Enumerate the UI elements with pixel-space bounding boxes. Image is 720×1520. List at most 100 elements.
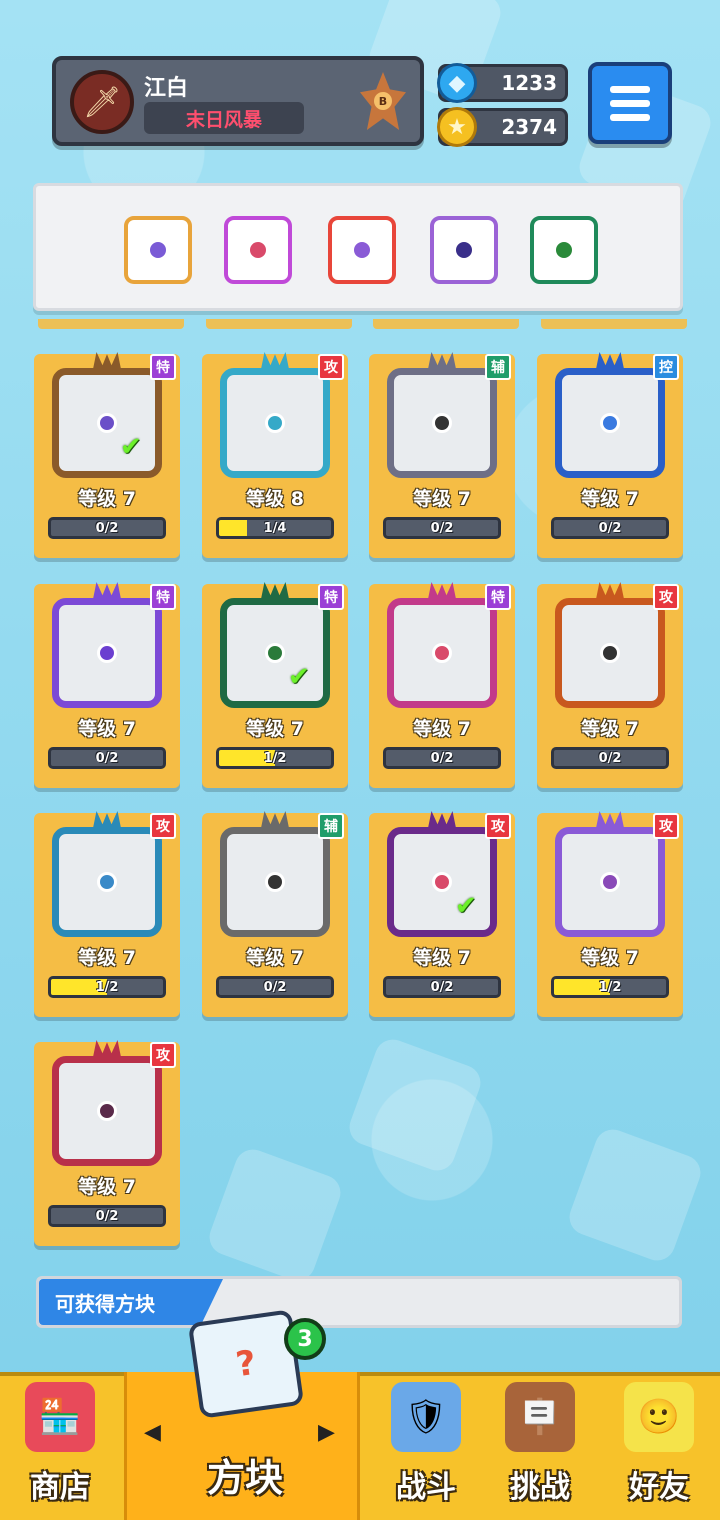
player-title: 末日风暴	[144, 102, 304, 134]
deck-slot[interactable]	[328, 216, 396, 284]
upgrade-progress-text: 0/2	[430, 750, 454, 766]
card-stub	[541, 319, 687, 329]
block-card[interactable]: 特等级 7 0/2	[369, 582, 515, 788]
player-name: 江白	[144, 76, 189, 101]
dragon-crown-icon	[260, 582, 290, 604]
upgrade-progress-text: 0/2	[263, 979, 287, 995]
upgrade-progress-text: 0/2	[95, 520, 119, 536]
deck-slot[interactable]	[430, 216, 498, 284]
dragon-crown-icon	[92, 1040, 122, 1062]
card-stub	[38, 319, 184, 329]
upgrade-progress-text: 0/2	[95, 750, 119, 766]
block-dice-frame	[52, 1056, 162, 1166]
upgrade-progress-bar: 1/2	[551, 976, 669, 998]
nav-challenge[interactable]: 🪧 挑战	[484, 1376, 596, 1520]
dragon-crown-icon	[92, 811, 122, 833]
rank-star-icon[interactable]: B	[360, 72, 406, 130]
block-card[interactable]: 控等级 7 0/2	[537, 352, 683, 558]
dice-pip-icon	[556, 242, 572, 258]
equipped-check-icon: ✔	[288, 662, 310, 692]
prev-arrow-icon[interactable]: ◀	[144, 1420, 161, 1445]
deck-slot[interactable]	[124, 216, 192, 284]
dice-pip-icon	[265, 413, 285, 433]
dice-pip-icon	[97, 872, 117, 892]
nav-battle[interactable]: 🛡 战斗	[370, 1376, 482, 1520]
nav-friends-label: 好友	[629, 1470, 689, 1505]
dragon-crown-icon	[427, 352, 457, 374]
block-card[interactable]: 攻等级 7 0/2	[34, 1040, 180, 1246]
dice-pip-icon	[265, 872, 285, 892]
blocks-notification-badge: 3	[284, 1318, 326, 1360]
upgrade-progress-bar: 0/2	[48, 747, 166, 769]
shield-sword-icon: 🛡	[391, 1382, 461, 1452]
dice-pip-icon	[600, 872, 620, 892]
block-type-tag: 特	[150, 354, 176, 380]
menu-button[interactable]	[588, 62, 672, 144]
obtainable-blocks-section: 可获得方块	[36, 1276, 682, 1328]
dice-pip-icon	[97, 643, 117, 663]
nav-friends[interactable]: 🙂 好友	[600, 1376, 718, 1520]
block-card[interactable]: 攻等级 8 1/4	[202, 352, 348, 558]
dice-pip-icon	[432, 872, 452, 892]
block-level: 等级 7	[581, 947, 639, 969]
dragon-crown-icon	[595, 352, 625, 374]
deck-slot[interactable]	[224, 216, 292, 284]
block-type-tag: 攻	[150, 813, 176, 839]
gold-counter[interactable]: ★ 2374	[437, 107, 568, 147]
block-dice-frame	[220, 827, 330, 937]
nav-battle-label: 战斗	[396, 1470, 456, 1505]
block-type-tag: 特	[485, 584, 511, 610]
block-level: 等级 7	[246, 947, 304, 969]
block-type-tag: 特	[150, 584, 176, 610]
dragon-crown-icon	[92, 582, 122, 604]
block-level: 等级 7	[413, 947, 471, 969]
block-card[interactable]: 攻等级 7 1/2	[537, 811, 683, 1017]
gem-counter[interactable]: ◆ 1233	[437, 63, 568, 103]
friend-character-icon: 🙂	[624, 1382, 694, 1452]
nav-shop[interactable]: 🏪 商店	[0, 1376, 120, 1520]
upgrade-progress-text: 0/2	[598, 750, 622, 766]
equipped-check-icon: ✔	[120, 432, 142, 462]
block-card[interactable]: 攻等级 7 0/2	[537, 582, 683, 788]
equipped-deck	[33, 183, 683, 311]
upgrade-progress-bar: 0/2	[216, 976, 334, 998]
block-card[interactable]: 特等级 7 0/2	[34, 582, 180, 788]
block-level: 等级 7	[78, 947, 136, 969]
bottom-navigation: 🏪 商店 方块 🛡 战斗 🪧 挑战 🙂 好友	[0, 1372, 720, 1520]
dice-pip-icon	[150, 242, 166, 258]
nav-blocks-label: 方块	[206, 1456, 283, 1500]
block-dice-frame	[555, 598, 665, 708]
upgrade-progress-bar: 0/2	[383, 517, 501, 539]
next-arrow-icon[interactable]: ▶	[318, 1420, 335, 1445]
dice-pip-icon	[600, 643, 620, 663]
obtainable-blocks-label: 可获得方块	[39, 1279, 223, 1325]
player-profile-panel[interactable]: 🗡 江白 末日风暴 B	[52, 56, 424, 146]
gem-icon: ◆	[437, 63, 477, 103]
block-type-tag: 攻	[653, 584, 679, 610]
dice-pip-icon	[432, 643, 452, 663]
block-card[interactable]: 攻等级 7 1/2	[34, 811, 180, 1017]
hamburger-icon-line	[610, 113, 650, 121]
block-card[interactable]: 特 ✔ 等级 7 1/2	[202, 582, 348, 788]
upgrade-progress-text: 1/4	[263, 520, 287, 536]
block-card[interactable]: 特 ✔ 等级 7 0/2	[34, 352, 180, 558]
dice-pip-icon	[265, 643, 285, 663]
card-stub	[373, 319, 519, 329]
gold-coin-icon: ★	[437, 107, 477, 147]
block-dice-frame	[52, 827, 162, 937]
block-card[interactable]: 辅等级 7 0/2	[202, 811, 348, 1017]
block-dice-frame	[220, 368, 330, 478]
mystery-dice-icon: ?	[187, 1309, 305, 1419]
block-card[interactable]: 攻 ✔ 等级 7 0/2	[369, 811, 515, 1017]
dragon-crown-icon	[595, 811, 625, 833]
upgrade-progress-text: 0/2	[430, 979, 454, 995]
deck-slot[interactable]	[530, 216, 598, 284]
block-level: 等级 7	[246, 718, 304, 740]
block-card[interactable]: 辅等级 7 0/2	[369, 352, 515, 558]
block-dice-frame	[387, 598, 497, 708]
upgrade-progress-bar: 0/2	[383, 976, 501, 998]
gem-amount: 1233	[501, 71, 557, 95]
block-type-tag: 控	[653, 354, 679, 380]
block-dice-frame	[555, 827, 665, 937]
upgrade-progress-bar: 1/4	[216, 517, 334, 539]
